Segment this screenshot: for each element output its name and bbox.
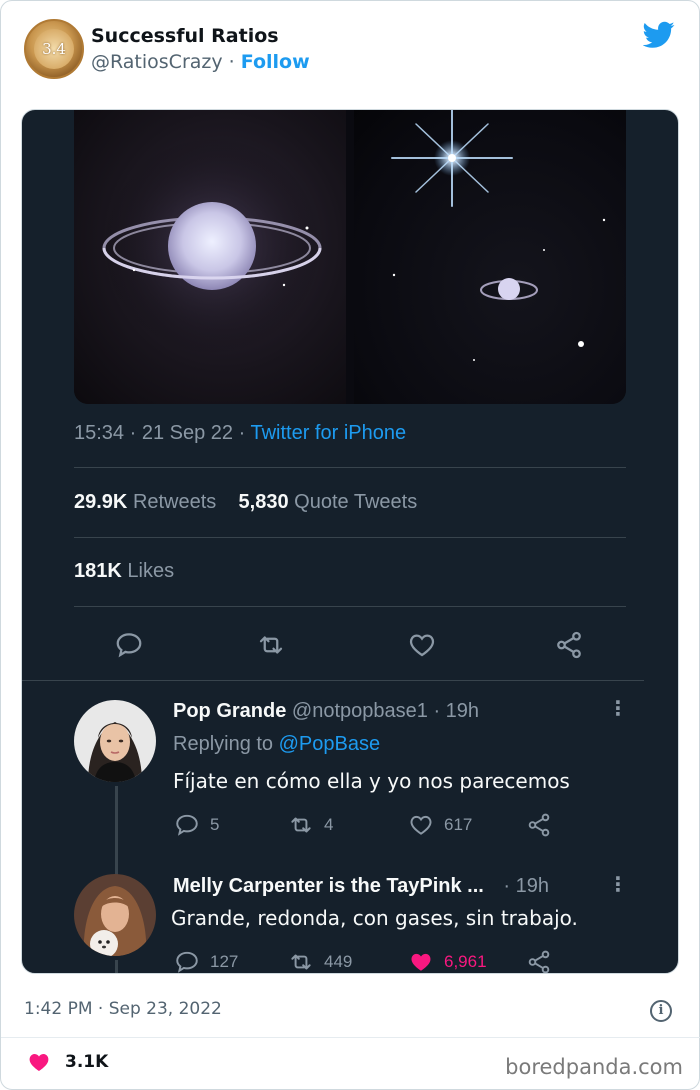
neptune-wide-image[interactable] — [354, 110, 626, 404]
divider — [1, 1037, 700, 1038]
tweet-date: 21 Sep 22 — [141, 422, 234, 444]
replying-to-line: Replying to @PopBase — [173, 733, 380, 756]
tweet-timestamp[interactable]: 1:42 PM · Sep 23, 2022 — [24, 999, 222, 1019]
retweets-label: Retweets — [132, 491, 217, 513]
twitter-bird-icon[interactable] — [643, 21, 675, 49]
footer-like-action[interactable]: 3.1K — [27, 1050, 108, 1074]
reply-reply-action[interactable]: 127 — [174, 949, 239, 973]
quotes-count: 5,830 — [238, 491, 289, 513]
tweet-actions — [74, 622, 626, 662]
heart-filled-icon — [29, 1054, 49, 1071]
retweet-count: 4 — [324, 815, 334, 834]
avatar-text: 3.4 — [34, 29, 74, 69]
heart-filled-icon — [411, 953, 431, 971]
retweet-icon — [291, 817, 311, 833]
footer-like-count: 3.1K — [65, 1052, 109, 1072]
like-count: 617 — [444, 815, 473, 834]
reply-icon — [176, 814, 198, 836]
reply-avatar[interactable] — [74, 700, 156, 782]
like-icon[interactable] — [407, 630, 437, 660]
tweet-meta: 15:34 · 21 Sep 22 · Twitter for iPhone — [74, 422, 407, 444]
more-icon[interactable]: ⋮ — [608, 696, 628, 720]
author-handle[interactable]: @RatiosCrazy — [91, 51, 223, 73]
reply-like-action[interactable]: 6,961 — [408, 949, 487, 973]
likes-count: 181K — [74, 560, 122, 582]
replying-prefix: Replying to — [173, 733, 274, 755]
follow-button[interactable]: Follow — [241, 51, 310, 73]
reply-share-action[interactable] — [526, 812, 552, 838]
reply-age: · 19h — [433, 700, 480, 722]
reply-header: Pop Grande @notpopbase1 · 19h — [173, 700, 479, 723]
retweet-stats[interactable]: 29.9K Retweets 5,830 Quote Tweets — [74, 491, 417, 514]
like-icon — [410, 815, 432, 835]
reply-author-name[interactable]: Pop Grande — [173, 700, 286, 722]
reply-count: 127 — [210, 952, 239, 971]
share-icon[interactable] — [554, 630, 584, 660]
tweet-media[interactable] — [74, 110, 626, 404]
reply-text: Grande, redonda, con gases, sin trabajo. — [171, 906, 578, 930]
likes-stats[interactable]: 181K Likes — [74, 560, 174, 583]
divider — [74, 467, 626, 468]
reply-retweet-action[interactable]: 449 — [288, 949, 353, 973]
tweet-screenshot: 15:34 · 21 Sep 22 · Twitter for iPhone 2… — [21, 109, 679, 974]
watermark: boredpanda.com — [505, 1055, 683, 1079]
tweet-source-link[interactable]: Twitter for iPhone — [250, 422, 406, 444]
divider — [74, 537, 626, 538]
likes-label: Likes — [127, 560, 175, 582]
replying-to-link[interactable]: @PopBase — [279, 733, 380, 755]
share-icon — [528, 813, 550, 837]
thread-line — [115, 786, 118, 876]
author-handle-line: @RatiosCrazy · Follow — [91, 51, 310, 73]
embedded-tweet-card: 3.4 Successful Ratios @RatiosCrazy · Fol… — [0, 0, 700, 1090]
quotes-label: Quote Tweets — [294, 491, 418, 513]
reply-author-handle[interactable]: @notpopbase1 — [292, 700, 428, 722]
reply-author-name[interactable]: Melly Carpenter is the TayPink ... — [173, 875, 484, 897]
reply-text: Fíjate en cómo ella y yo nos parecemos — [173, 769, 570, 793]
like-count: 6,961 — [444, 952, 487, 971]
reply-age: · 19h — [503, 875, 549, 897]
reply-avatar[interactable] — [74, 874, 156, 956]
reply-reply-action[interactable]: 5 — [174, 812, 219, 838]
reply-like-action[interactable]: 617 — [408, 812, 472, 838]
more-icon[interactable]: ⋮ — [608, 872, 628, 896]
retweets-count: 29.9K — [74, 491, 128, 513]
reply-retweet-action[interactable]: 4 — [288, 812, 333, 838]
reply-icon[interactable] — [114, 630, 144, 660]
divider — [74, 606, 626, 607]
neptune-closeup-image[interactable] — [74, 110, 346, 404]
reply-icon — [176, 951, 198, 973]
reply-header: Melly Carpenter is the TayPink ... · 19h — [173, 875, 549, 898]
reply-count: 5 — [210, 815, 220, 834]
retweet-count: 449 — [324, 952, 353, 971]
retweet-icon — [291, 954, 311, 970]
retweet-icon[interactable] — [256, 630, 286, 660]
author-name[interactable]: Successful Ratios — [91, 25, 279, 47]
divider — [22, 680, 644, 681]
author-avatar[interactable]: 3.4 — [24, 19, 84, 79]
share-icon — [528, 950, 550, 973]
handle-separator: · — [228, 51, 235, 73]
thread-line — [115, 960, 118, 973]
reply-share-action[interactable] — [526, 949, 552, 973]
info-icon[interactable]: i — [650, 1000, 672, 1022]
tweet-time: 15:34 — [74, 422, 125, 444]
